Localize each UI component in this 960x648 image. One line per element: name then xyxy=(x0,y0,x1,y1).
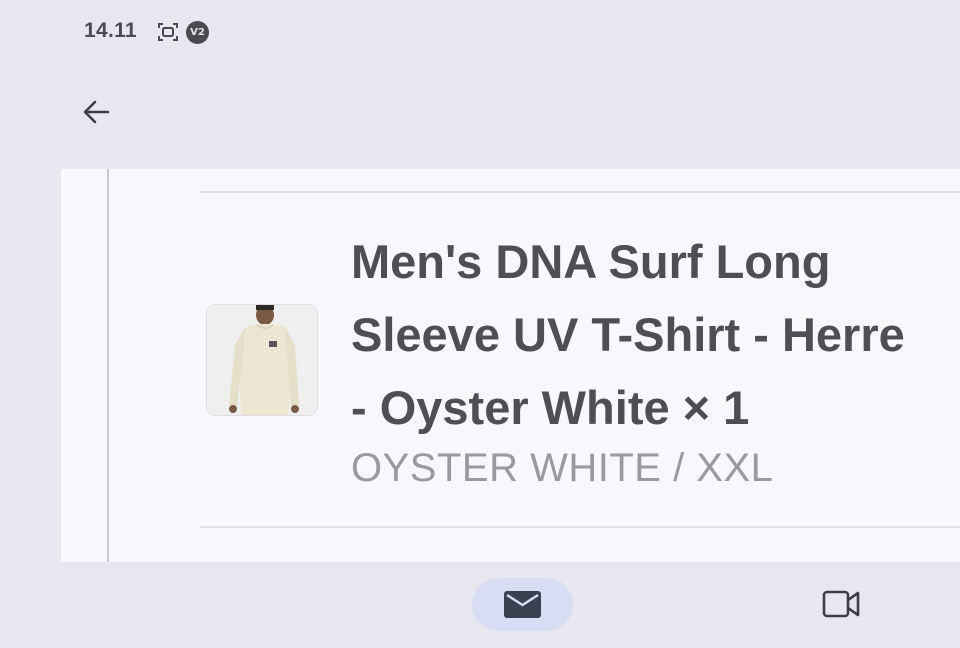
status-time: 14.11 xyxy=(84,19,137,42)
quote-bar xyxy=(107,169,109,562)
back-button[interactable] xyxy=(72,88,120,136)
vpn-badge-icon: V2 xyxy=(186,21,209,44)
screenshot-icon xyxy=(157,21,179,43)
message-content: Men's DNA Surf Long Sleeve UV T-Shirt - … xyxy=(0,169,960,562)
app-bar xyxy=(0,64,960,169)
mail-icon xyxy=(504,591,541,618)
video-camera-icon xyxy=(822,590,860,618)
product-thumbnail[interactable] xyxy=(206,304,318,416)
product-title: Men's DNA Surf Long Sleeve UV T-Shirt - … xyxy=(351,235,905,434)
product-variant: OYSTER WHITE / XXL xyxy=(351,446,774,490)
divider xyxy=(200,191,960,193)
product-image xyxy=(207,305,317,415)
nav-video-button[interactable] xyxy=(812,580,868,630)
arrow-left-icon xyxy=(83,100,110,124)
nav-mail-button[interactable] xyxy=(472,578,573,631)
bottom-navigation xyxy=(0,562,960,648)
status-bar: 14.11 V2 xyxy=(0,0,960,64)
screen: 14.11 V2 Men's DNA Surf Long Sleeve UV T… xyxy=(0,0,960,648)
divider xyxy=(200,526,960,528)
